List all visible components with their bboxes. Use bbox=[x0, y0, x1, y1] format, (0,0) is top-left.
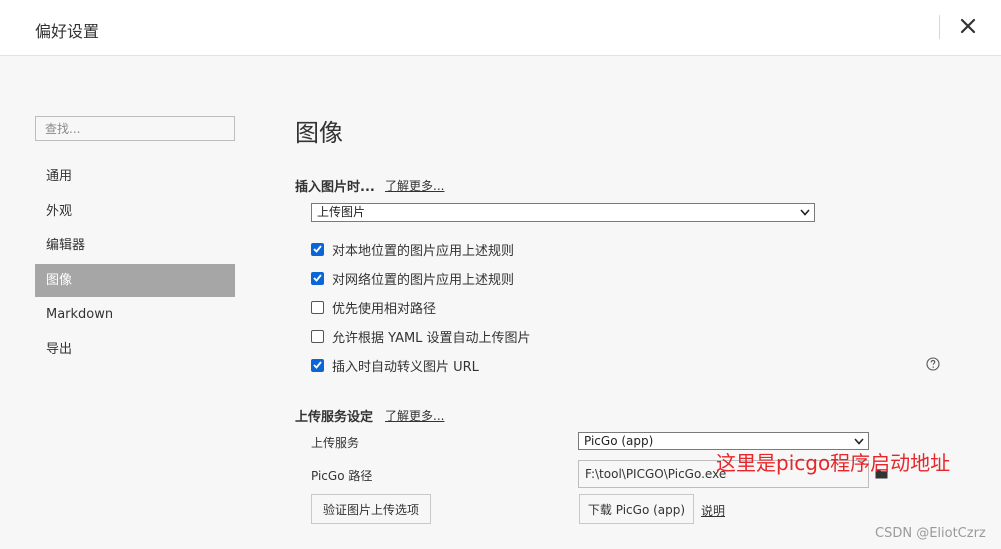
chevron-down-icon bbox=[854, 438, 864, 445]
page-title: 图像 bbox=[295, 119, 343, 147]
download-picgo-button[interactable]: 下载 PicGo (app) bbox=[579, 494, 694, 524]
insert-learn-more-link[interactable]: 了解更多... bbox=[385, 177, 444, 194]
title-bar: 偏好设置 bbox=[0, 0, 1001, 56]
checkbox-escape[interactable] bbox=[311, 358, 324, 372]
picgo-path-value: F:\tool\PICGO\PicGo.exe bbox=[585, 467, 727, 481]
insert-action-select[interactable]: 上传图片 bbox=[311, 203, 815, 222]
checkbox-yaml[interactable] bbox=[311, 329, 324, 343]
sidebar-item-export[interactable]: 导出 bbox=[35, 333, 235, 366]
upload-service-label: 上传服务 bbox=[311, 436, 360, 450]
sidebar-item-image[interactable]: 图像 bbox=[35, 263, 235, 297]
watermark: CSDN @EliotCzrz bbox=[875, 526, 986, 541]
sidebar-item-markdown[interactable]: Markdown bbox=[35, 298, 235, 331]
help-icon[interactable] bbox=[926, 357, 940, 371]
search-input[interactable] bbox=[35, 116, 235, 141]
checkbox-row-escape[interactable]: 插入时自动转义图片 URL bbox=[311, 356, 479, 375]
checkbox-row-yaml[interactable]: 允许根据 YAML 设置自动上传图片 bbox=[311, 327, 531, 346]
checkbox-relative[interactable] bbox=[311, 300, 324, 314]
insert-section-label: 插入图片时... bbox=[295, 180, 375, 195]
close-icon[interactable] bbox=[955, 13, 981, 39]
verify-upload-button[interactable]: 验证图片上传选项 bbox=[311, 494, 431, 524]
window-title: 偏好设置 bbox=[35, 22, 100, 41]
sidebar-item-general[interactable]: 通用 bbox=[35, 160, 235, 193]
chevron-down-icon bbox=[800, 209, 810, 216]
explain-link[interactable]: 说明 bbox=[701, 502, 725, 519]
title-divider bbox=[939, 15, 940, 39]
checkbox-label: 优先使用相对路径 bbox=[332, 301, 437, 317]
sidebar-item-editor[interactable]: 编辑器 bbox=[35, 229, 235, 262]
checkbox-network[interactable] bbox=[311, 271, 324, 285]
sidebar-item-appearance[interactable]: 外观 bbox=[35, 195, 235, 228]
checkbox-label: 对网络位置的图片应用上述规则 bbox=[332, 272, 515, 288]
sidebar-nav: 通用 外观 编辑器 图像 Markdown 导出 bbox=[35, 160, 235, 367]
picgo-path-label: PicGo 路径 bbox=[311, 469, 373, 483]
checkbox-label: 插入时自动转义图片 URL bbox=[332, 359, 479, 375]
annotation-text: 这里是picgo程序启动地址 bbox=[716, 451, 951, 475]
upload-learn-more-link[interactable]: 了解更多... bbox=[385, 407, 444, 424]
checkbox-row-relative[interactable]: 优先使用相对路径 bbox=[311, 298, 437, 317]
upload-service-value: PicGo (app) bbox=[584, 434, 654, 448]
insert-action-value: 上传图片 bbox=[317, 205, 366, 219]
upload-section-label: 上传服务设定 bbox=[295, 410, 374, 425]
checkbox-row-network[interactable]: 对网络位置的图片应用上述规则 bbox=[311, 269, 515, 288]
checkbox-label: 允许根据 YAML 设置自动上传图片 bbox=[332, 330, 531, 346]
checkbox-label: 对本地位置的图片应用上述规则 bbox=[332, 243, 515, 259]
checkbox-local[interactable] bbox=[311, 242, 324, 256]
checkbox-row-local[interactable]: 对本地位置的图片应用上述规则 bbox=[311, 240, 515, 259]
